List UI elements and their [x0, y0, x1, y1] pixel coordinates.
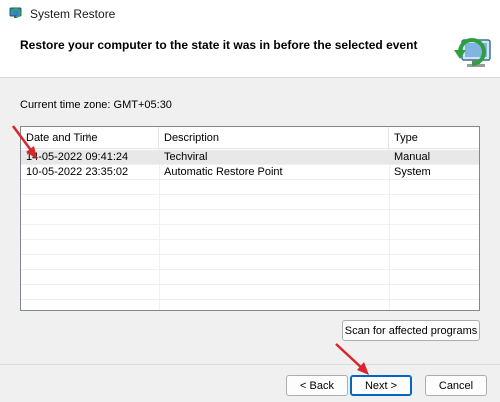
cell-description: Techviral — [164, 151, 208, 163]
title-bar: System Restore — [0, 0, 500, 28]
footer-divider — [0, 364, 500, 365]
next-button[interactable]: Next > — [350, 375, 412, 396]
restore-monitor-icon — [452, 30, 494, 74]
cell-date: 14-05-2022 09:41:24 — [26, 151, 129, 163]
empty-row — [21, 195, 479, 210]
header-panel: Restore your computer to the state it wa… — [0, 28, 500, 78]
column-header-date[interactable]: Date and Time ∨ — [21, 127, 159, 149]
empty-row — [21, 270, 479, 285]
table-header: Date and Time ∨ Description Type — [21, 127, 479, 149]
cell-description: Automatic Restore Point — [164, 166, 283, 178]
column-header-type[interactable]: Type — [389, 127, 479, 149]
empty-row — [21, 180, 479, 195]
column-header-description[interactable]: Description — [159, 127, 389, 149]
sort-chevron-icon: ∨ — [85, 131, 91, 140]
empty-row — [21, 240, 479, 255]
timezone-label: Current time zone: GMT+05:30 — [20, 99, 172, 111]
empty-row — [21, 285, 479, 300]
scan-affected-programs-button[interactable]: Scan for affected programs — [342, 320, 480, 341]
cell-date: 10-05-2022 23:35:02 — [26, 166, 129, 178]
empty-row — [21, 225, 479, 240]
column-header-type-label: Type — [394, 132, 418, 144]
empty-row — [21, 210, 479, 225]
table-row[interactable]: 14-05-2022 09:41:24 Techviral Manual — [21, 150, 479, 165]
restore-points-table[interactable]: Date and Time ∨ Description Type 14-05-2… — [20, 126, 480, 311]
empty-row — [21, 255, 479, 270]
window-title: System Restore — [30, 7, 116, 21]
cell-type: System — [394, 166, 431, 178]
table-row[interactable]: 10-05-2022 23:35:02 Automatic Restore Po… — [21, 165, 479, 180]
annotation-arrow-to-next — [335, 343, 369, 375]
back-button[interactable]: < Back — [286, 375, 348, 396]
cancel-button[interactable]: Cancel — [425, 375, 487, 396]
column-header-description-label: Description — [164, 132, 220, 144]
system-restore-icon — [8, 5, 24, 21]
cell-type: Manual — [394, 151, 431, 163]
header-instruction: Restore your computer to the state it wa… — [20, 38, 418, 52]
